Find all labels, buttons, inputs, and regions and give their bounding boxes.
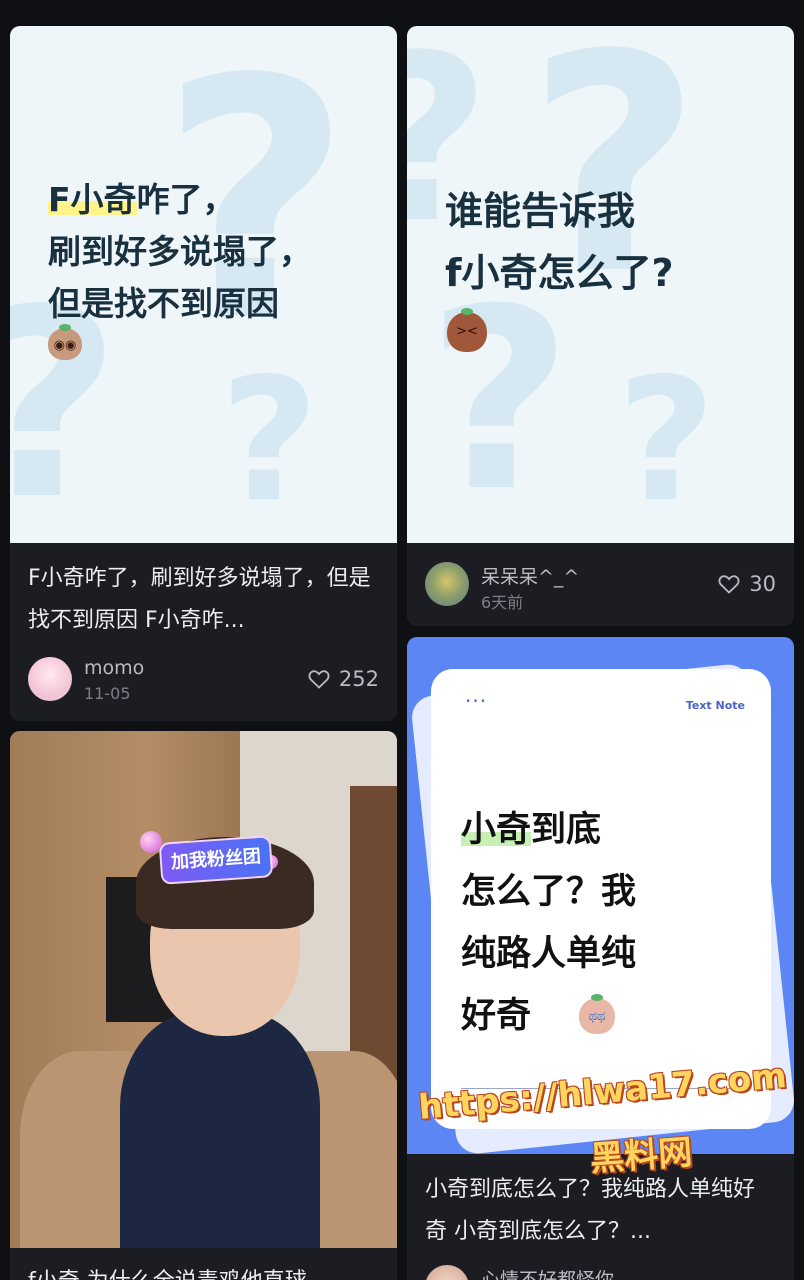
crying-emoji-icon: ಥಥ [579, 994, 615, 1034]
avatar[interactable] [28, 657, 72, 701]
post-meta: 呆呆呆^_^ 6天前 30 [425, 562, 776, 612]
like-button[interactable]: 30 [717, 572, 776, 596]
worried-emoji-icon: ◉◉ [48, 324, 82, 360]
like-button[interactable]: 252 [307, 667, 379, 691]
post-card-2[interactable]: ? ? ? ? 谁能告诉我 f小奇怎么了? >< 呆呆呆^_^ 6天前 30 [407, 26, 794, 626]
post-meta: momo 11-05 252 [28, 657, 379, 703]
question-mark-decor: ? [220, 342, 319, 540]
avatar[interactable] [425, 1265, 469, 1280]
fan-club-badge[interactable]: 加我粉丝团 [158, 835, 274, 885]
like-count: 252 [338, 667, 379, 691]
like-count: 30 [749, 572, 776, 596]
post-cover-image[interactable]: ? ? ? F小奇咋了， 刷到好多说塌了， 但是找不到原因 ◉◉ [10, 26, 397, 543]
post-card-1[interactable]: ? ? ? F小奇咋了， 刷到好多说塌了， 但是找不到原因 ◉◉ F小奇咋了，刷… [10, 26, 397, 721]
cover-headline: F小奇咋了， 刷到好多说塌了， 但是找不到原因 [48, 180, 312, 323]
author-name[interactable]: momo [84, 657, 144, 679]
post-cover-image[interactable]: ? ? ? ? 谁能告诉我 f小奇怎么了? >< [407, 26, 794, 543]
post-date: 11-05 [84, 684, 131, 703]
heart-icon [718, 575, 740, 594]
post-caption[interactable]: f小奇 为什么全说毒鸡他直球 [28, 1261, 379, 1280]
author-name[interactable]: 呆呆呆^_^ [481, 562, 579, 589]
question-mark-decor: ? [617, 342, 716, 540]
post-cover-photo[interactable]: 加我粉丝团 [10, 731, 397, 1248]
post-card-4[interactable]: ··· Text Note 小奇到底 怎么了？我 纯路人单纯 好奇 ಥಥ 小奇到… [407, 637, 794, 1280]
cover-headline: 谁能告诉我 f小奇怎么了? [445, 189, 674, 295]
post-caption[interactable]: F小奇咋了，刷到好多说塌了，但是找不到原因 F小奇咋... [28, 558, 379, 642]
heart-icon [308, 670, 330, 689]
text-note-paper: ··· Text Note 小奇到底 怎么了？我 纯路人单纯 好奇 ಥಥ [431, 669, 771, 1129]
avatar[interactable] [425, 562, 469, 606]
more-dots-icon: ··· [465, 689, 488, 713]
question-mark-decor: ? [427, 255, 573, 543]
post-card-3[interactable]: 加我粉丝团 f小奇 为什么全说毒鸡他直球 [10, 731, 397, 1280]
post-caption[interactable]: 小奇到底怎么了？我纯路人单纯好奇 小奇到底怎么了？... [425, 1169, 776, 1253]
post-meta: 心情不好都怪你 [425, 1265, 776, 1280]
note-tag: Text Note [685, 699, 745, 712]
cover-highlight: F小奇 [48, 180, 137, 219]
angry-emoji-icon: >< [447, 308, 487, 352]
post-date: 6天前 [481, 593, 524, 612]
watermark-name: 黑料网 [588, 1132, 694, 1180]
author-name[interactable]: 心情不好都怪你 [481, 1265, 614, 1280]
